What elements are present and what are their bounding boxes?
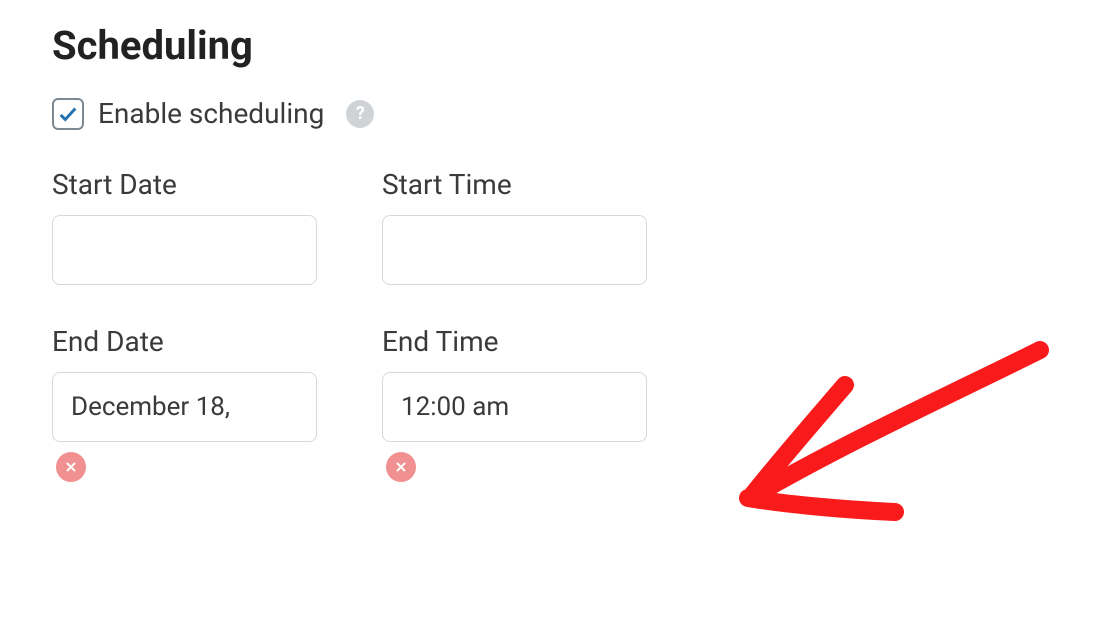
enable-scheduling-checkbox[interactable]	[52, 98, 84, 130]
end-time-input[interactable]	[382, 372, 647, 442]
start-time-field: Start Time	[382, 168, 642, 285]
start-date-field: Start Date	[52, 168, 312, 285]
enable-scheduling-label: Enable scheduling	[98, 97, 324, 130]
clear-end-time-button[interactable]	[386, 452, 416, 482]
close-icon	[394, 460, 408, 474]
end-time-field: End Time	[382, 325, 642, 482]
start-time-input[interactable]	[382, 215, 647, 285]
help-icon[interactable]: ?	[346, 100, 374, 128]
end-time-label: End Time	[382, 325, 642, 358]
start-date-label: Start Date	[52, 168, 312, 201]
end-date-field: End Date	[52, 325, 312, 482]
enable-scheduling-row: Enable scheduling ?	[52, 97, 1064, 130]
section-title: Scheduling	[52, 22, 1064, 69]
end-date-label: End Date	[52, 325, 312, 358]
start-time-label: Start Time	[382, 168, 642, 201]
close-icon	[64, 460, 78, 474]
check-icon	[57, 103, 79, 125]
clear-end-date-button[interactable]	[56, 452, 86, 482]
end-date-input[interactable]	[52, 372, 317, 442]
scheduling-fields-grid: Start Date Start Time End Date End Time	[52, 168, 752, 482]
start-date-input[interactable]	[52, 215, 317, 285]
